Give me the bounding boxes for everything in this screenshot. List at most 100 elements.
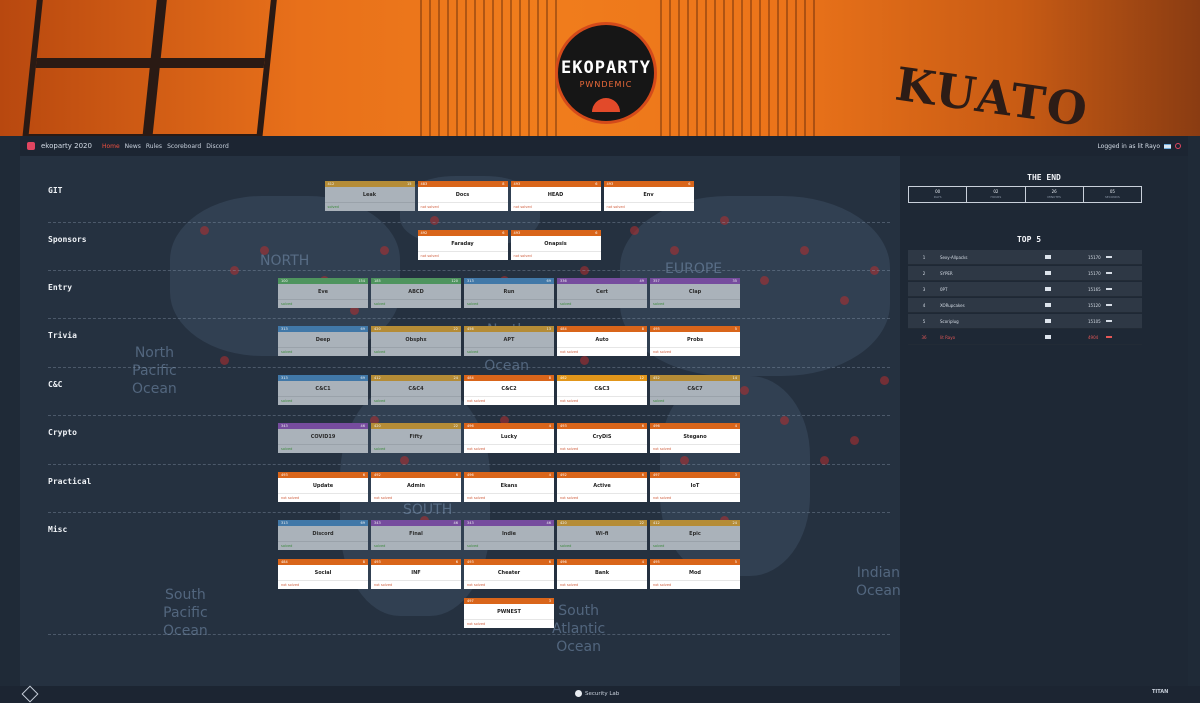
challenge-card[interactable]: 493 6 Onapsis not solved	[510, 230, 601, 260]
card-points: 495	[653, 560, 660, 564]
challenge-card[interactable]: 493 6 Update not solved	[278, 472, 368, 502]
challenge-card[interactable]: 493 6 CryDiS not solved	[557, 423, 647, 453]
team-name[interactable]: SYPER	[940, 271, 1045, 276]
challenge-card[interactable]: 497 3 PWNEST not solved	[464, 598, 554, 628]
challenge-card[interactable]: 483 8 Docs not solved	[417, 181, 508, 211]
challenge-card[interactable]: 357 35 Clap solved	[650, 278, 740, 308]
challenge-card[interactable]: 343 46 COVID19 solved	[278, 423, 368, 453]
card-title: C&C1	[278, 381, 368, 397]
card-solvers: 8	[362, 560, 365, 564]
nav-news[interactable]: News	[125, 143, 141, 150]
card-header: 336 49	[557, 278, 647, 284]
challenge-card[interactable]: 496 4 Bank not solved	[557, 559, 647, 589]
challenge-card[interactable]: 484 8 Auto not solved	[557, 326, 647, 356]
card-title: ABCD	[371, 284, 461, 300]
scoreboard-row[interactable]: 4 XORupcakes 15120	[908, 298, 1142, 313]
card-solvers: 69	[546, 279, 551, 283]
challenge-card[interactable]: 412 24 C&C4 solved	[371, 375, 461, 405]
titan-logo[interactable]: TITAN	[1152, 689, 1168, 695]
timer-minutes: 26 MINUTES	[1026, 187, 1084, 202]
challenge-card[interactable]: 497 3 IoT not solved	[650, 472, 740, 502]
challenge-card[interactable]: 420 22 Obsphx solved	[371, 326, 461, 356]
challenge-card[interactable]: 492 6 Admin not solved	[371, 472, 461, 502]
card-solvers: 8	[548, 376, 551, 380]
challenge-card[interactable]: 456 13 APT solved	[464, 326, 554, 356]
challenge-card[interactable]: 492 6 Active not solved	[557, 472, 647, 502]
challenge-card[interactable]: 493 6 Cheater not solved	[464, 559, 554, 589]
card-status: not solved	[467, 583, 486, 587]
trend-icon	[1106, 288, 1112, 290]
challenge-card[interactable]: 452 14 C&C7 solved	[650, 375, 740, 405]
card-points: 493	[606, 182, 614, 186]
challenge-card[interactable]: 492 6 Faraday not solved	[417, 230, 508, 260]
challenge-card[interactable]: 100 154 Eve solved	[278, 278, 368, 308]
nav-rules[interactable]: Rules	[146, 143, 162, 150]
category-label: Misc	[48, 525, 68, 534]
challenge-card[interactable]: 496 4 Lucky not solved	[464, 423, 554, 453]
scoreboard-row[interactable]: 5 Scoriplug 15105	[908, 314, 1142, 329]
team-name[interactable]: Sexy-Allpacks	[940, 255, 1045, 260]
card-title: Final	[371, 526, 461, 542]
challenge-card[interactable]: 484 8 Social not solved	[278, 559, 368, 589]
challenge-card[interactable]: 343 46 Indie solved	[464, 520, 554, 550]
challenge-card[interactable]: 420 22 Wi-fi solved	[557, 520, 647, 550]
challenge-card[interactable]: 343 46 Final solved	[371, 520, 461, 550]
ekoparty-logo[interactable]: EKOPARTY PWNDEMIC	[555, 22, 657, 124]
challenge-card[interactable]: 336 49 Cert solved	[557, 278, 647, 308]
timer-seconds: 05 SECONDS	[1105, 189, 1120, 199]
card-status: solved	[281, 302, 293, 306]
team-flag-icon	[1045, 303, 1051, 307]
team-name[interactable]: 0PT	[940, 287, 1045, 292]
challenge-card[interactable]: 313 69 Deep solved	[278, 326, 368, 356]
team-name[interactable]: XORupcakes	[940, 303, 1045, 308]
footer: Security Lab TITAN	[0, 685, 1200, 703]
card-points: 493	[513, 182, 521, 186]
challenge-card[interactable]: 412 15 Leak solved	[324, 181, 415, 211]
team-points: 15170	[1088, 254, 1101, 260]
logged-in-text[interactable]: Logged in as lit Rayo	[1097, 143, 1160, 150]
challenge-card[interactable]: 496 4 Stegano not solved	[650, 423, 740, 453]
card-title: Discord	[278, 526, 368, 542]
card-solvers: 6	[688, 182, 691, 186]
nav-discord[interactable]: Discord	[206, 143, 229, 150]
card-points: 493	[513, 231, 521, 235]
challenge-card[interactable]: 493 6 INF not solved	[371, 559, 461, 589]
challenge-card[interactable]: 313 69 Discord solved	[278, 520, 368, 550]
challenge-card[interactable]: 495 5 Mod not solved	[650, 559, 740, 589]
card-solvers: 69	[360, 521, 365, 525]
challenge-card[interactable]: 493 6 Env not solved	[603, 181, 694, 211]
brand-name[interactable]: ekoparty 2020	[41, 142, 92, 150]
card-status: solved	[560, 544, 572, 548]
card-title: Probs	[650, 332, 740, 348]
challenge-card[interactable]: 420 22 Fifty solved	[371, 423, 461, 453]
scoreboard-row[interactable]: 2 SYPER 15170	[908, 266, 1142, 281]
nav-scoreboard[interactable]: Scoreboard	[167, 143, 201, 150]
card-status: solved	[653, 302, 665, 306]
nav-home[interactable]: Home	[102, 143, 120, 150]
logout-icon[interactable]	[1175, 143, 1181, 149]
scoreboard-row-own-team[interactable]: 36 lit Rayo 4904	[908, 330, 1142, 345]
scoreboard-row[interactable]: 1 Sexy-Allpacks 15170	[908, 250, 1142, 265]
challenge-card[interactable]: 313 69 C&C1 solved	[278, 375, 368, 405]
card-points: 495	[653, 327, 660, 331]
footer-link-text[interactable]: Security Lab	[585, 691, 619, 697]
brand-icon[interactable]	[27, 142, 35, 150]
card-points: 100	[281, 279, 288, 283]
challenge-card[interactable]: 484 8 C&C2 not solved	[464, 375, 554, 405]
challenge-card[interactable]: 185 120 ABCD solved	[371, 278, 461, 308]
card-points: 497	[653, 473, 660, 477]
team-name[interactable]: Scoriplug	[940, 319, 1045, 324]
scoreboard-row[interactable]: 3 0PT 15165	[908, 282, 1142, 297]
challenge-card[interactable]: 462 12 C&C3 not solved	[557, 375, 647, 405]
challenge-card[interactable]: 495 5 Probs not solved	[650, 326, 740, 356]
map-infection-dot	[740, 386, 749, 395]
footer-logo-icon[interactable]	[21, 685, 39, 703]
footer-link[interactable]: Security Lab	[575, 690, 619, 697]
challenge-card[interactable]: 496 4 Ekans not solved	[464, 472, 554, 502]
challenge-card[interactable]: 493 6 HEAD not solved	[510, 181, 601, 211]
challenge-card[interactable]: 412 24 Epic solved	[650, 520, 740, 550]
team-name[interactable]: lit Rayo	[940, 335, 1045, 340]
card-status: not solved	[560, 447, 579, 451]
challenge-card[interactable]: 313 69 Run solved	[464, 278, 554, 308]
map-label-indian: Indian Ocean	[856, 565, 900, 599]
